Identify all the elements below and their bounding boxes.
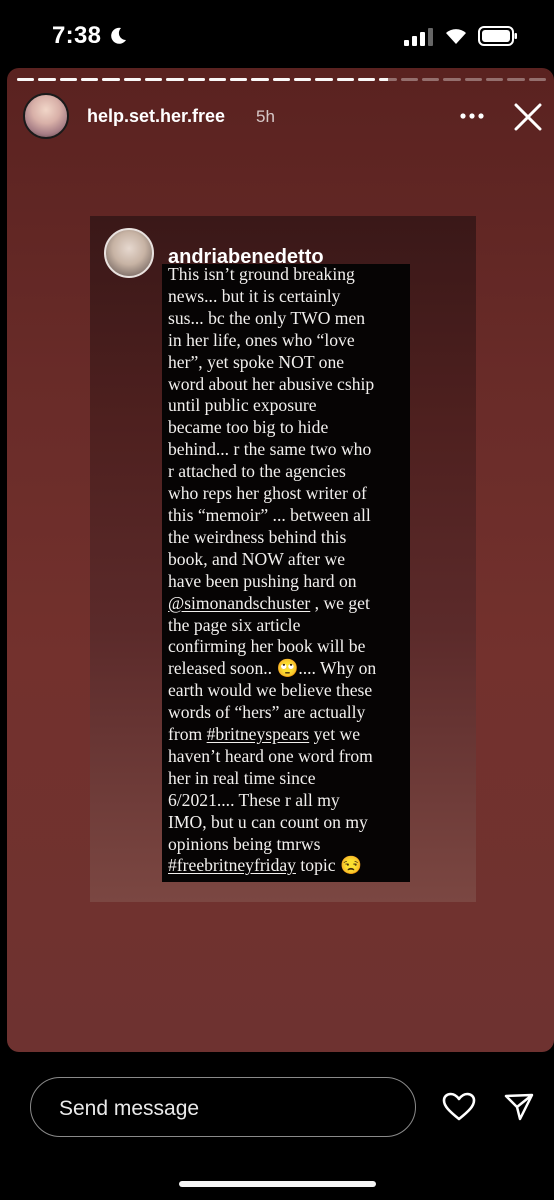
post-text-line: This isn’t ground breaking [168, 264, 355, 284]
mention-link: @simonandschuster [168, 592, 311, 613]
progress-fill [166, 78, 184, 81]
battery-icon [478, 26, 517, 46]
post-text-line: IMO, but u can count on my [168, 811, 368, 832]
post-text: This isn’t ground breaking news... but it… [162, 264, 410, 882]
more-options-icon[interactable] [459, 112, 485, 120]
progress-fill [294, 78, 312, 81]
progress-segment [400, 78, 418, 81]
progress-segment [485, 78, 504, 81]
hashtag-link: #britneyspears [206, 724, 310, 745]
post-text-line: this “memoir” ... between all [168, 504, 371, 525]
progress-segment [272, 78, 291, 81]
progress-segment [144, 78, 163, 81]
post-text-line: #freebritneyfriday topic 😒 [168, 855, 362, 876]
moon-icon [111, 27, 126, 44]
progress-segment [315, 78, 333, 81]
progress-segment [336, 78, 354, 81]
post-text-line: have been pushing hard on [168, 570, 357, 591]
post-text-line: behind... r the same two who [168, 439, 372, 460]
progress-fill [123, 78, 141, 81]
story-card[interactable]: help.set.her.free 5h andriabenedetto Thi… [7, 68, 554, 1052]
progress-segment [507, 78, 525, 81]
story-username[interactable]: help.set.her.free [87, 106, 225, 127]
progress-fill [80, 78, 99, 81]
progress-segment [421, 78, 440, 81]
post-text-line: word about her abusive cship [168, 373, 375, 394]
post-text-line: book, and NOW after we [168, 548, 346, 569]
progress-segment [17, 78, 35, 81]
progress-segment [464, 78, 482, 81]
progress-segment [38, 78, 56, 81]
story-timestamp: 5h [256, 107, 275, 126]
story-progress-bar [17, 78, 546, 81]
progress-fill [144, 78, 163, 81]
progress-segment [123, 78, 141, 81]
progress-fill [272, 78, 291, 81]
story-header: help.set.her.free 5h [7, 92, 554, 142]
post-text-line: r attached to the agencies [168, 461, 346, 482]
message-placeholder: Send message [59, 1097, 200, 1120]
progress-segment [102, 78, 120, 81]
post-text-line: who reps her ghost writer of [168, 483, 367, 504]
progress-fill [358, 78, 376, 81]
post-text-line: the page six article [168, 614, 301, 635]
post-text-line: opinions being tmrws [168, 833, 321, 854]
progress-segment [187, 78, 205, 81]
status-time: 7:38 [52, 22, 102, 49]
post-text-line: her in real time since [168, 767, 316, 788]
heart-icon[interactable] [442, 1092, 476, 1122]
progress-fill [59, 78, 77, 81]
send-message-input[interactable]: Send message [30, 1077, 416, 1137]
progress-fill [208, 78, 227, 81]
embedded-post-screenshot: andriabenedetto This isn’t ground breaki… [90, 216, 476, 902]
progress-segment [443, 78, 461, 81]
post-text-line: earth would we believe these [168, 680, 373, 701]
wifi-icon [446, 29, 466, 44]
hashtag-link: #freebritneyfriday [168, 855, 296, 876]
progress-segment [379, 78, 397, 81]
progress-segment [230, 78, 248, 81]
progress-fill [17, 78, 35, 81]
progress-segment [251, 78, 269, 81]
progress-fill [379, 78, 388, 81]
progress-fill [230, 78, 248, 81]
progress-segment [294, 78, 312, 81]
progress-fill [38, 78, 56, 81]
progress-fill [187, 78, 205, 81]
avatar [104, 228, 154, 278]
progress-segment [528, 78, 546, 81]
progress-fill [251, 78, 269, 81]
post-text-line: confirming her book will be [168, 636, 366, 657]
post-text-line: the weirdness behind this [168, 526, 347, 547]
post-text-line: sus... bc the only TWO men [168, 307, 366, 328]
progress-segment [80, 78, 99, 81]
post-text-line: her”, yet spoke NOT one [168, 351, 345, 372]
status-bar: 7:38 [0, 0, 554, 70]
progress-segment [208, 78, 227, 81]
send-icon[interactable] [504, 1092, 534, 1122]
avatar[interactable] [23, 93, 69, 139]
post-text-line: until public exposure [168, 395, 317, 416]
post-text-line: @simonandschuster , we get [168, 592, 370, 613]
post-text-line: news... but it is certainly [168, 285, 341, 306]
progress-segment [166, 78, 184, 81]
progress-fill [315, 78, 333, 81]
progress-segment [59, 78, 77, 81]
close-icon[interactable] [513, 102, 543, 132]
post-text-line: became too big to hide [168, 417, 329, 438]
progress-fill [102, 78, 120, 81]
post-text-line: in her life, ones who “love [168, 329, 355, 350]
post-text-line: 6/2021.... These r all my [168, 789, 340, 810]
signal-icon [404, 28, 433, 46]
post-text-line: released soon.. 🙄.... Why on [168, 658, 377, 679]
post-text-line: from #britneyspears yet we [168, 724, 361, 745]
post-text-line: haven’t heard one word from [168, 745, 373, 766]
progress-fill [336, 78, 354, 81]
home-indicator [179, 1181, 376, 1187]
progress-segment [358, 78, 376, 81]
post-text-line: words of “hers” are actually [168, 702, 366, 723]
